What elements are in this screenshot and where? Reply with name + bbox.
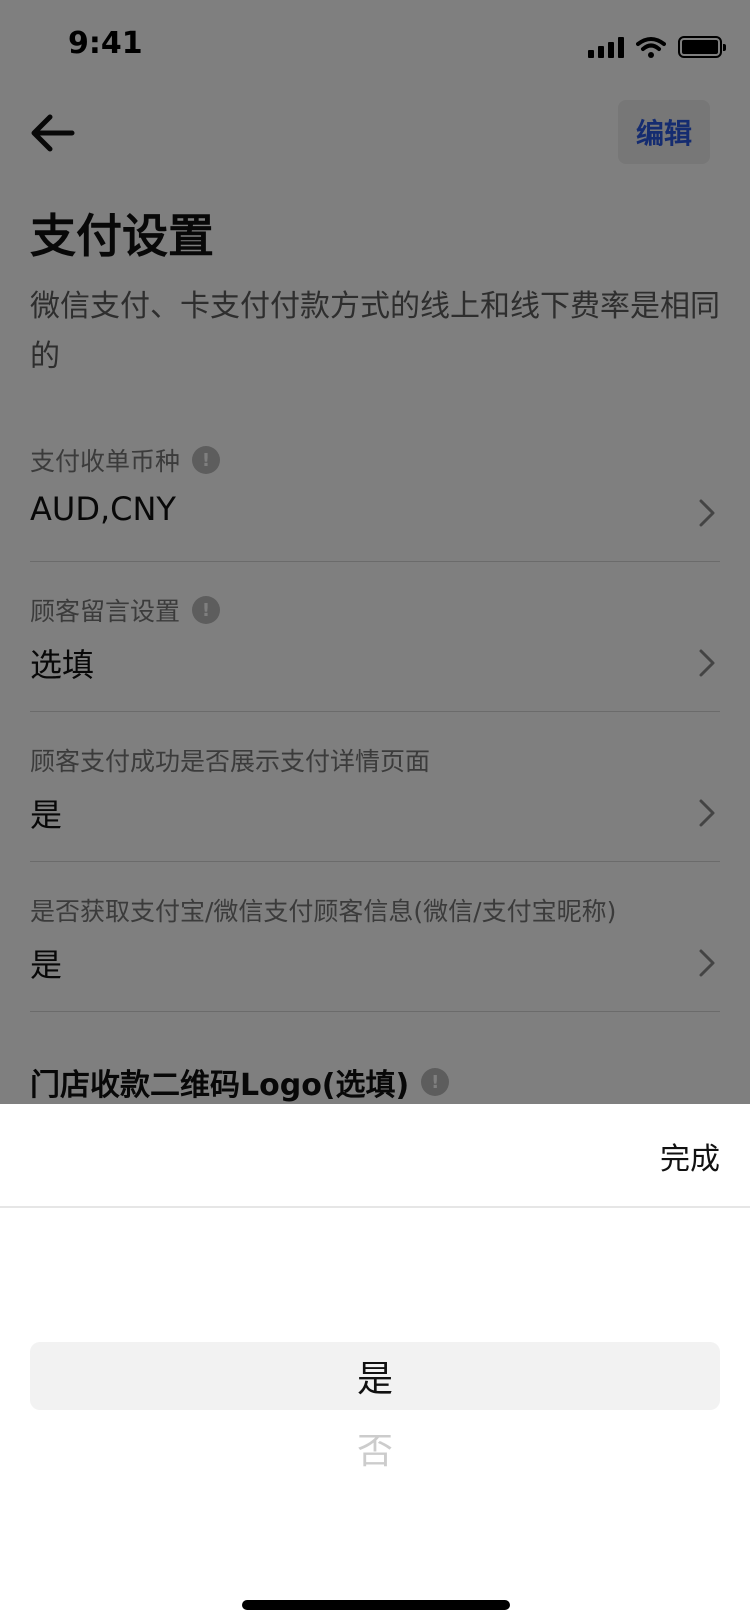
- screen: 9:41 编辑 支付设置 微信支付、卡支付付款方式的线上和线下费率是相同的: [0, 0, 750, 1624]
- done-button[interactable]: 完成: [660, 1134, 720, 1178]
- picker-toolbar: 完成: [0, 1104, 750, 1208]
- picker-option-no[interactable]: 否: [0, 1422, 750, 1474]
- picker-sheet: 完成 是 否: [0, 1104, 750, 1624]
- picker-option-yes[interactable]: 是: [0, 1350, 750, 1402]
- home-indicator: [242, 1600, 510, 1610]
